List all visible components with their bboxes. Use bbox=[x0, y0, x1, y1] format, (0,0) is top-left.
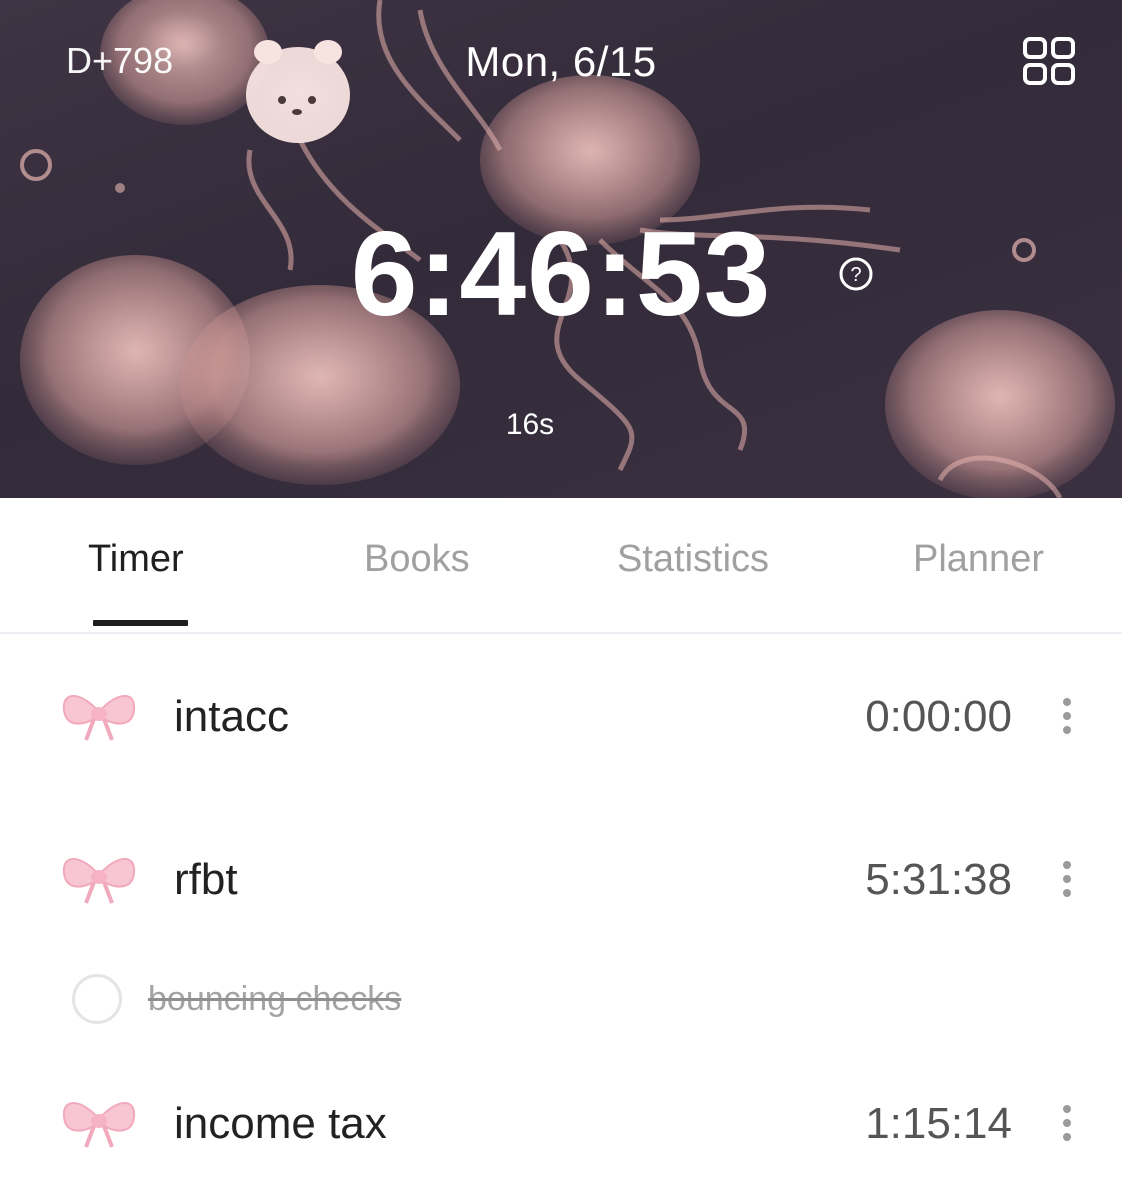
current-session-seconds: 16s bbox=[505, 408, 555, 441]
total-study-time: 6:46:53 bbox=[350, 207, 772, 341]
tab-statistics[interactable]: Statistics bbox=[617, 538, 769, 581]
tab-timer[interactable]: Timer bbox=[88, 538, 184, 581]
pink-bow-icon bbox=[62, 1102, 136, 1148]
svg-text:?: ? bbox=[850, 264, 861, 286]
task-item: bouncing checks bbox=[0, 968, 1122, 1032]
task-label: bouncing checks bbox=[148, 980, 402, 1018]
subject-row[interactable]: rfbt 5:31:38 bbox=[0, 829, 1122, 929]
more-options-button[interactable] bbox=[1052, 857, 1082, 901]
current-date: Mon, 6/15 bbox=[465, 38, 657, 85]
pink-bow-icon bbox=[62, 695, 136, 741]
pink-bow-icon bbox=[62, 858, 136, 904]
more-options-button[interactable] bbox=[1052, 1101, 1082, 1145]
main-tabs: Timer Books Statistics Planner bbox=[0, 498, 1122, 634]
subject-row[interactable]: intacc 0:00:00 bbox=[0, 666, 1122, 766]
tab-books[interactable]: Books bbox=[364, 538, 470, 581]
subject-row[interactable]: income tax 1:15:14 bbox=[0, 1073, 1122, 1173]
more-vertical-icon bbox=[1063, 1105, 1071, 1141]
help-button[interactable]: ? bbox=[838, 256, 874, 292]
subject-name: rfbt bbox=[174, 855, 238, 904]
grid-icon bbox=[1023, 37, 1075, 85]
tab-planner[interactable]: Planner bbox=[913, 538, 1044, 581]
more-vertical-icon bbox=[1063, 861, 1071, 897]
subject-time: 5:31:38 bbox=[865, 855, 1012, 904]
subject-time: 0:00:00 bbox=[865, 692, 1012, 741]
subject-name: intacc bbox=[174, 692, 289, 741]
subject-name: income tax bbox=[174, 1099, 387, 1148]
more-options-button[interactable] bbox=[1052, 694, 1082, 738]
help-circle-icon: ? bbox=[839, 257, 873, 291]
timer-header: D+798 Mon, 6/15 6:46:53 ? 16s bbox=[0, 0, 1122, 498]
grid-menu-button[interactable] bbox=[1022, 36, 1076, 86]
task-checkbox[interactable] bbox=[72, 974, 122, 1024]
active-tab-indicator bbox=[93, 620, 188, 626]
subject-time: 1:15:14 bbox=[865, 1099, 1012, 1148]
more-vertical-icon bbox=[1063, 698, 1071, 734]
